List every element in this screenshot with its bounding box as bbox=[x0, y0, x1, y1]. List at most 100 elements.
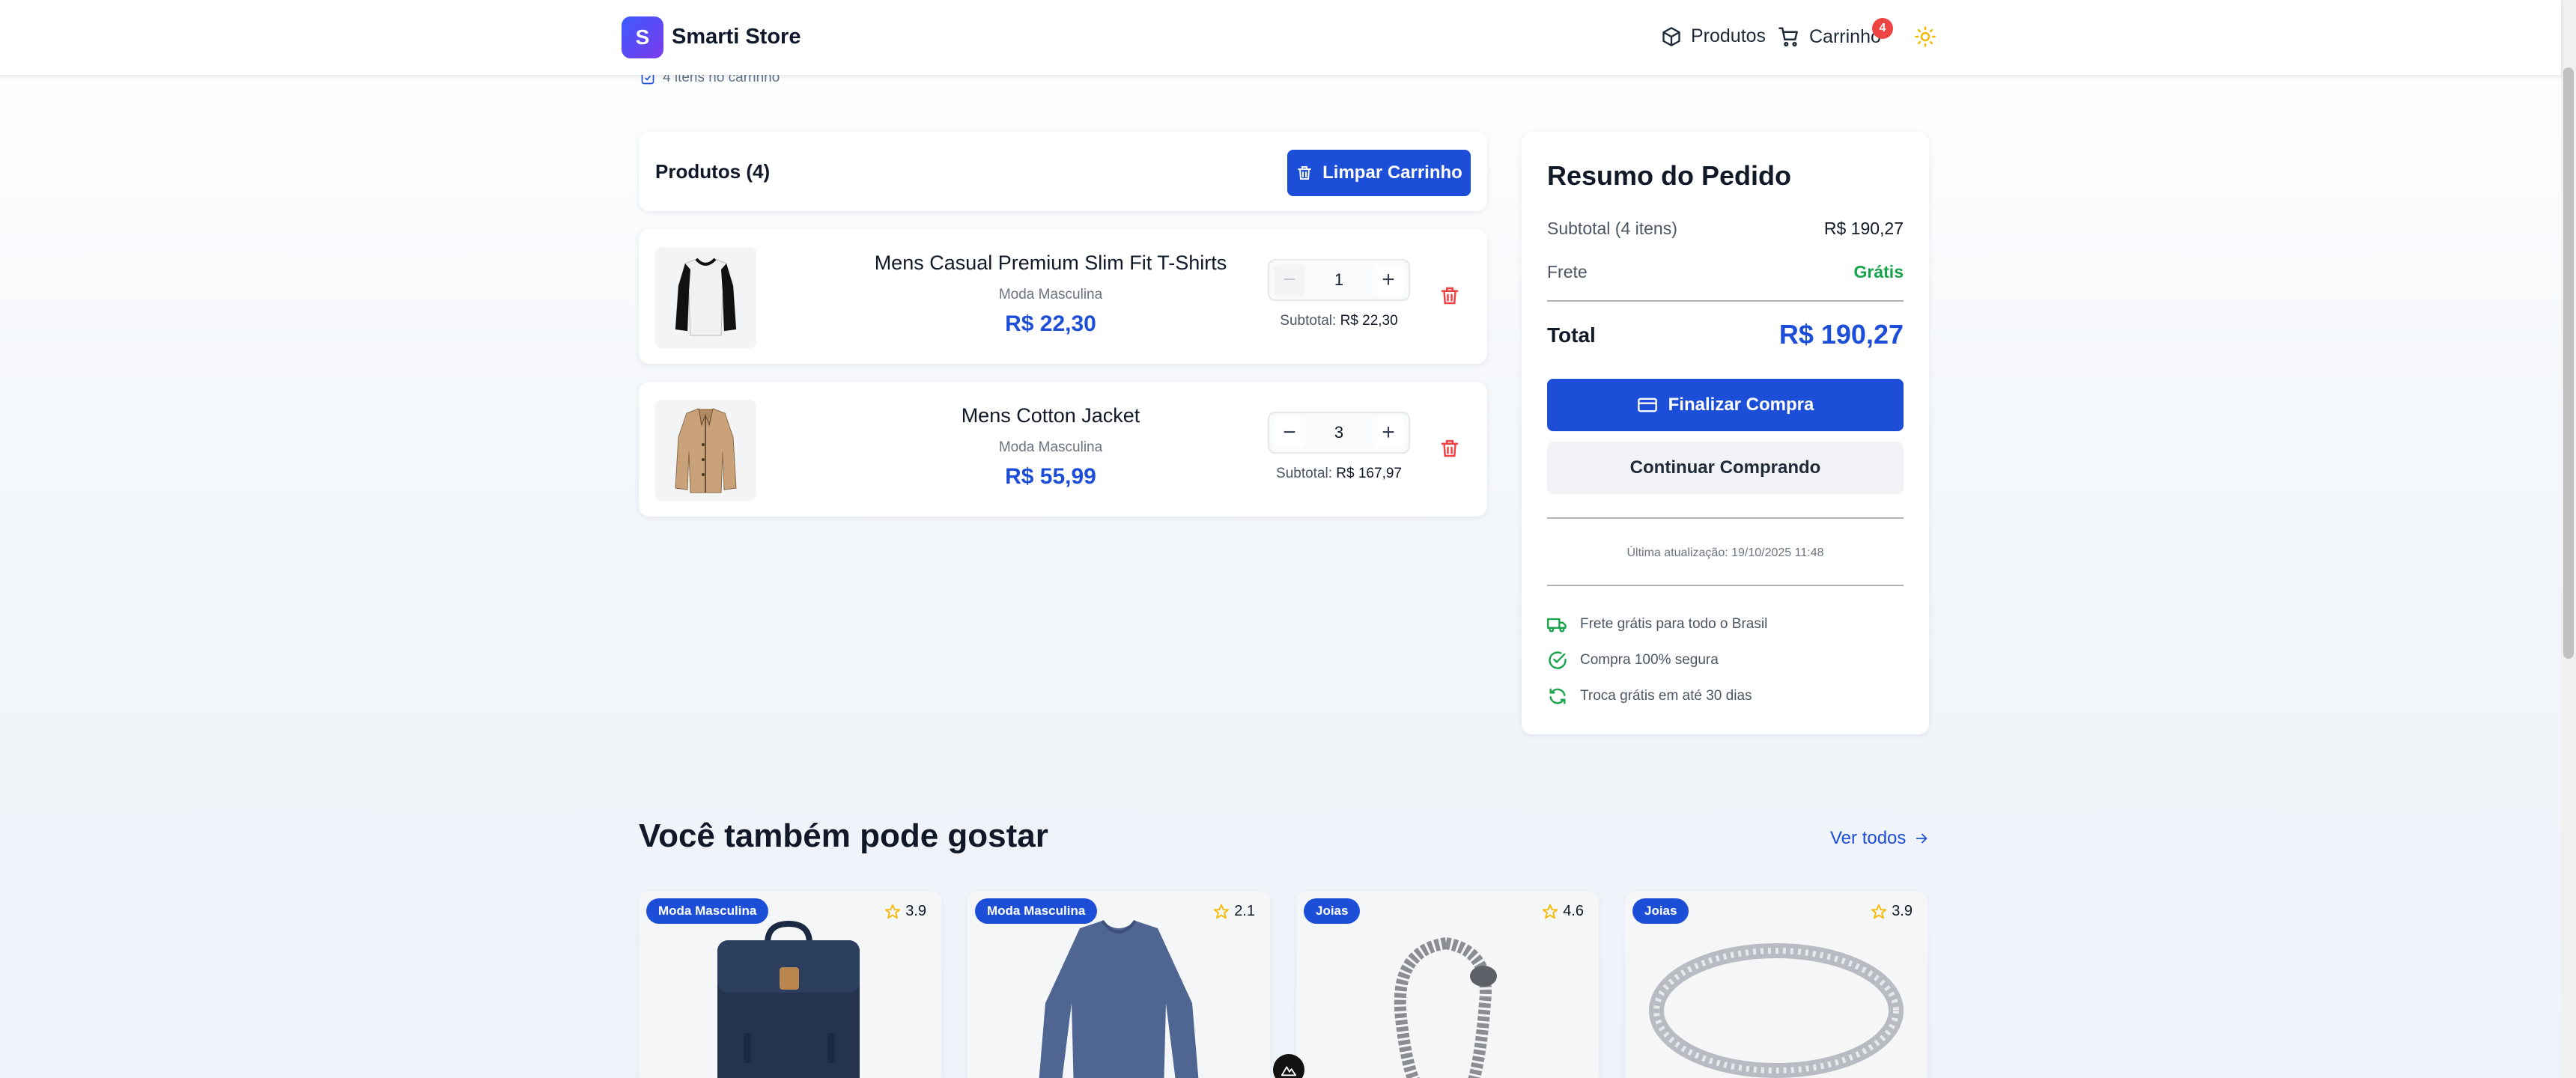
continue-shopping-label: Continuar Comprando bbox=[1629, 457, 1821, 478]
total-value: R$ 190,27 bbox=[1778, 319, 1904, 350]
rating-value: 3.9 bbox=[905, 903, 926, 919]
product-image[interactable] bbox=[655, 247, 756, 348]
star-icon bbox=[1543, 904, 1558, 919]
item-subtotal: Subtotal: R$ 167,97 bbox=[1238, 466, 1440, 482]
decrease-quantity-button[interactable]: − bbox=[1274, 417, 1305, 448]
product-rating: 4.6 bbox=[1542, 903, 1584, 920]
quantity-value: 1 bbox=[1334, 270, 1344, 289]
product-category: Moda Masculina bbox=[998, 287, 1103, 302]
rating-value: 2.1 bbox=[1234, 903, 1255, 919]
logo-icon[interactable]: S bbox=[622, 16, 663, 58]
increase-quantity-button[interactable]: + bbox=[1373, 417, 1404, 448]
clear-cart-button[interactable]: Limpar Carrinho bbox=[1287, 150, 1471, 196]
product-name[interactable]: Mens Cotton Jacket bbox=[789, 404, 1313, 427]
quantity-stepper: − 1 + bbox=[1268, 259, 1410, 301]
feature-text: Frete grátis para todo o Brasil bbox=[1580, 616, 1768, 632]
cart-item: Mens Cotton Jacket Moda Masculina R$ 55,… bbox=[639, 382, 1487, 517]
quantity-stepper: − 3 + bbox=[1268, 412, 1410, 454]
item-subtotal-label: Subtotal: bbox=[1276, 466, 1333, 481]
top-nav-bar: S Smarti Store Produtos Carrinho 4 bbox=[0, 0, 2561, 75]
cart-count-badge: 4 bbox=[1872, 18, 1893, 39]
feature-text: Troca grátis em até 30 dias bbox=[1580, 688, 1752, 704]
product-price: R$ 55,99 bbox=[1005, 464, 1096, 489]
category-badge: Moda Masculina bbox=[646, 898, 769, 924]
rating-value: 3.9 bbox=[1892, 903, 1913, 919]
page-scrollbar[interactable] bbox=[2561, 0, 2576, 1078]
category-badge: Moda Masculina bbox=[975, 898, 1098, 924]
nav-cart-link[interactable]: Carrinho bbox=[1778, 25, 1881, 48]
remove-item-icon[interactable] bbox=[1439, 437, 1461, 460]
recommended-product-card[interactable]: Joias 3.9 bbox=[1625, 891, 1928, 1078]
jacket-image bbox=[675, 408, 737, 493]
increase-quantity-button[interactable]: + bbox=[1373, 264, 1404, 296]
see-all-label: Ver todos bbox=[1830, 828, 1907, 848]
clear-cart-label: Limpar Carrinho bbox=[1322, 162, 1462, 183]
star-icon bbox=[1871, 904, 1887, 919]
checkout-button[interactable]: Finalizar Compra bbox=[1547, 379, 1904, 431]
subtotal-value: R$ 190,27 bbox=[1823, 219, 1904, 238]
product-name[interactable]: Mens Casual Premium Slim Fit T-Shirts bbox=[789, 252, 1313, 275]
divider bbox=[1547, 300, 1904, 302]
order-summary-title: Resumo do Pedido bbox=[1547, 160, 1792, 191]
box-icon bbox=[1662, 26, 1680, 46]
star-icon bbox=[885, 904, 901, 919]
shipping-value: Grátis bbox=[1853, 262, 1904, 281]
arrow-right-icon bbox=[1916, 833, 1928, 844]
cart-item: Mens Casual Premium Slim Fit T-Shirts Mo… bbox=[639, 229, 1487, 364]
item-subtotal: Subtotal: R$ 22,30 bbox=[1238, 313, 1440, 329]
truck-icon bbox=[1547, 618, 1567, 633]
divider bbox=[1547, 517, 1904, 519]
check-circle-icon bbox=[1549, 651, 1567, 669]
products-panel-header: Produtos (4) Limpar Carrinho bbox=[639, 132, 1487, 211]
subtotal-label: Subtotal (4 itens) bbox=[1547, 219, 1677, 238]
recommended-product-card[interactable]: Moda Masculina 3.9 bbox=[639, 891, 941, 1078]
mountain-icon bbox=[1281, 1066, 1297, 1077]
item-subtotal-value: R$ 22,30 bbox=[1340, 313, 1398, 329]
nav-products-link[interactable]: Produtos bbox=[1661, 25, 1766, 47]
divider bbox=[1547, 585, 1904, 586]
decrease-quantity-button[interactable]: − bbox=[1274, 264, 1305, 296]
remove-item-icon[interactable] bbox=[1439, 284, 1461, 307]
ring-image bbox=[1649, 943, 1904, 1078]
item-subtotal-value: R$ 167,97 bbox=[1336, 466, 1402, 481]
star-icon bbox=[1214, 904, 1230, 919]
long-sleeve-shirt-image bbox=[1039, 919, 1199, 1078]
quantity-value: 3 bbox=[1334, 423, 1344, 442]
nav-cart-label: Carrinho bbox=[1809, 25, 1881, 47]
nav-products-label: Produtos bbox=[1691, 25, 1767, 46]
feature-text: Compra 100% segura bbox=[1580, 652, 1719, 668]
cart-page: S Smarti Store Produtos Carrinho 4 4 ite… bbox=[0, 0, 2576, 1078]
checkout-label: Finalizar Compra bbox=[1668, 395, 1814, 415]
product-rating: 3.9 bbox=[1871, 903, 1913, 920]
item-subtotal-label: Subtotal: bbox=[1280, 313, 1337, 329]
subtotal-row: Subtotal (4 itens) R$ 190,27 bbox=[1547, 219, 1904, 239]
order-summary-panel: Resumo do Pedido Subtotal (4 itens) R$ 1… bbox=[1522, 132, 1929, 734]
brand-name[interactable]: Smarti Store bbox=[672, 25, 801, 49]
cart-icon bbox=[1778, 27, 1798, 47]
feature-secure-purchase: Compra 100% segura bbox=[1547, 650, 1719, 671]
feature-free-returns: Troca grátis em até 30 dias bbox=[1547, 686, 1752, 707]
product-image[interactable] bbox=[655, 400, 756, 501]
recommendations-title: Você também pode gostar bbox=[639, 817, 1048, 854]
feature-free-shipping: Frete grátis para todo o Brasil bbox=[1547, 614, 1767, 635]
shipping-label: Frete bbox=[1547, 262, 1588, 281]
credit-card-icon bbox=[1637, 398, 1657, 412]
product-category: Moda Masculina bbox=[998, 439, 1103, 455]
rating-value: 4.6 bbox=[1563, 903, 1584, 919]
backpack-image bbox=[717, 920, 860, 1078]
product-price: R$ 22,30 bbox=[1005, 311, 1096, 336]
continue-shopping-button[interactable]: Continuar Comprando bbox=[1547, 442, 1904, 494]
shipping-row: Frete Grátis bbox=[1547, 262, 1904, 282]
category-badge: Joias bbox=[1632, 898, 1689, 924]
t-shirt-image bbox=[675, 258, 737, 336]
scrollbar-thumb[interactable] bbox=[2563, 67, 2574, 659]
trash-icon bbox=[1298, 166, 1312, 180]
refresh-icon bbox=[1549, 688, 1566, 704]
total-label: Total bbox=[1547, 323, 1596, 347]
recommended-product-card[interactable]: Joias 4.6 bbox=[1296, 891, 1599, 1078]
sun-icon[interactable] bbox=[1914, 25, 1936, 48]
last-update-text: Última atualização: 19/10/2025 11:48 bbox=[1626, 546, 1824, 559]
see-all-link[interactable]: Ver todos bbox=[1830, 828, 1930, 849]
category-badge: Joias bbox=[1304, 898, 1361, 924]
recommended-product-card[interactable]: Moda Masculina 2.1 bbox=[967, 891, 1270, 1078]
